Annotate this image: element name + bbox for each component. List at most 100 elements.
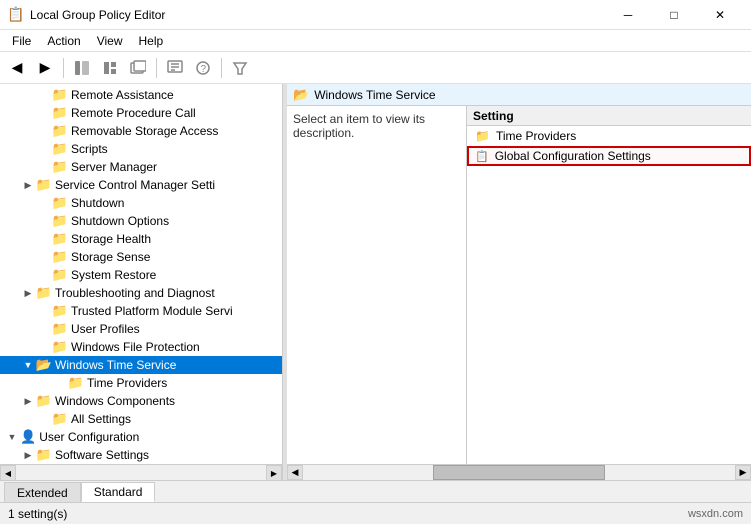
folder-icon-shutdown: 📁 [52,195,68,211]
minimize-button[interactable]: ─ [605,0,651,30]
expander-service-control-manager[interactable] [20,177,36,193]
tree-label-all-settings: All Settings [71,412,131,426]
tree-item-windows-time-service[interactable]: 📂 Windows Time Service [0,356,282,374]
right-panel-horizontal-scrollbar[interactable]: ◀ ▶ [287,464,751,480]
right-scroll-thumb[interactable] [433,465,606,480]
back-button[interactable]: ◀ [4,55,30,81]
right-panel-header: 📂 Windows Time Service [287,84,751,106]
tree-item-shutdown[interactable]: 📁 Shutdown [0,194,282,212]
right-scroll-left-arrow[interactable]: ◀ [287,465,303,480]
tree-item-remote-assistance[interactable]: 📁 Remote Assistance [0,86,282,104]
tree-scroll-track[interactable] [16,465,266,480]
forward-button[interactable]: ▶ [32,55,58,81]
expander-windows-components[interactable] [20,393,36,409]
tree-scroll-left[interactable]: ◀ [0,465,16,480]
expander-windows-time-service[interactable] [20,357,36,373]
maximize-button[interactable]: □ [651,0,697,30]
tree-label-troubleshooting: Troubleshooting and Diagnost [55,286,215,300]
list-column-header: Setting [467,106,751,126]
new-window-button[interactable] [125,55,151,81]
tree-item-service-control-manager[interactable]: 📁 Service Control Manager Setti [0,176,282,194]
tree-item-all-settings[interactable]: 📁 All Settings [0,410,282,428]
tree-item-windows-components[interactable]: 📁 Windows Components [0,392,282,410]
tree-label-time-providers: Time Providers [87,376,167,390]
menu-view[interactable]: View [89,32,131,50]
tree-item-user-profiles[interactable]: 📁 User Profiles [0,320,282,338]
list-item-global-config[interactable]: 📋 Global Configuration Settings [467,146,751,166]
right-panel-body: Select an item to view its description. … [287,106,751,464]
tree-label-windows-file-protection: Windows File Protection [71,340,200,354]
tab-extended[interactable]: Extended [4,482,81,502]
main-content: 📁 Remote Assistance 📁 Remote Procedure C… [0,84,751,480]
toolbar-separator-3 [221,58,222,78]
folder-icon-scripts: 📁 [52,141,68,157]
tree-item-removable-storage-access[interactable]: 📁 Removable Storage Access [0,122,282,140]
folder-icon-system-restore: 📁 [52,267,68,283]
tree-item-storage-sense[interactable]: 📁 Storage Sense [0,248,282,266]
filter-button[interactable] [227,55,253,81]
folder-icon-windows-time-service: 📂 [36,357,52,373]
tree-item-troubleshooting[interactable]: 📁 Troubleshooting and Diagnost [0,284,282,302]
expander-software-settings[interactable] [20,447,36,463]
list-item-icon-global-config: 📋 [475,150,489,163]
tree-label-trusted-platform: Trusted Platform Module Servi [71,304,233,318]
tree-label-scripts: Scripts [71,142,108,156]
right-scroll-track[interactable] [303,465,735,480]
tree-label-storage-health: Storage Health [71,232,151,246]
description-text: Select an item to view its description. [293,112,425,140]
right-panel-title: Windows Time Service [314,88,435,102]
tab-standard[interactable]: Standard [81,482,156,502]
right-panel-list[interactable]: Setting 📁 Time Providers 📋 Global Config… [467,106,751,464]
folder-icon-removable-storage-access: 📁 [52,123,68,139]
tree-panel: 📁 Remote Assistance 📁 Remote Procedure C… [0,84,283,480]
tree-item-system-restore[interactable]: 📁 System Restore [0,266,282,284]
up-button[interactable] [97,55,123,81]
tree-label-shutdown: Shutdown [71,196,124,210]
tree-item-time-providers[interactable]: 📁 Time Providers [0,374,282,392]
folder-icon-remote-procedure-call: 📁 [52,105,68,121]
export-button[interactable] [162,55,188,81]
tree-item-server-manager[interactable]: 📁 Server Manager [0,158,282,176]
tree-scroll-right[interactable]: ▶ [266,465,282,480]
menu-action[interactable]: Action [39,32,88,50]
setting-column-label: Setting [473,109,514,123]
list-item-folder-icon-time-providers: 📁 [475,129,490,143]
folder-icon-windows-components: 📁 [36,393,52,409]
tree-label-storage-sense: Storage Sense [71,250,150,264]
folder-icon-user-profiles: 📁 [52,321,68,337]
right-scroll-right-arrow[interactable]: ▶ [735,465,751,480]
tree-item-shutdown-options[interactable]: 📁 Shutdown Options [0,212,282,230]
tree-item-software-settings[interactable]: 📁 Software Settings [0,446,282,464]
watermark: wsxdn.com [688,508,743,520]
tree-scroll[interactable]: 📁 Remote Assistance 📁 Remote Procedure C… [0,84,282,464]
tree-item-remote-procedure-call[interactable]: 📁 Remote Procedure Call [0,104,282,122]
folder-icon-all-settings: 📁 [52,411,68,427]
close-button[interactable]: ✕ [697,0,743,30]
menu-help[interactable]: Help [131,32,172,50]
menu-file[interactable]: File [4,32,39,50]
title-bar-left: 📋 Local Group Policy Editor [8,7,165,23]
tree-item-storage-health[interactable]: 📁 Storage Health [0,230,282,248]
folder-icon-software-settings: 📁 [36,447,52,463]
expander-user-configuration[interactable] [4,429,20,445]
right-panel-description: Select an item to view its description. [287,106,467,464]
tree-item-windows-file-protection[interactable]: 📁 Windows File Protection [0,338,282,356]
expander-troubleshooting[interactable] [20,285,36,301]
tree-label-user-profiles: User Profiles [71,322,140,336]
tree-item-user-configuration[interactable]: 👤 User Configuration [0,428,282,446]
toolbar-separator-1 [63,58,64,78]
list-item-label-global-config: Global Configuration Settings [495,149,651,163]
tree-label-windows-time-service: Windows Time Service [55,358,176,372]
help-button[interactable]: ? [190,55,216,81]
window-title: Local Group Policy Editor [30,8,165,22]
list-item-time-providers[interactable]: 📁 Time Providers [467,126,751,146]
tree-horizontal-scrollbar[interactable]: ◀ ▶ [0,464,282,480]
tree-item-scripts[interactable]: 📁 Scripts [0,140,282,158]
tree-label-server-manager: Server Manager [71,160,157,174]
tree-label-remote-procedure-call: Remote Procedure Call [71,106,196,120]
tab-extended-label: Extended [17,486,68,500]
tree-item-trusted-platform[interactable]: 📁 Trusted Platform Module Servi [0,302,282,320]
user-config-icon: 👤 [20,429,36,445]
show-hide-console-tree-button[interactable] [69,55,95,81]
folder-icon-server-manager: 📁 [52,159,68,175]
